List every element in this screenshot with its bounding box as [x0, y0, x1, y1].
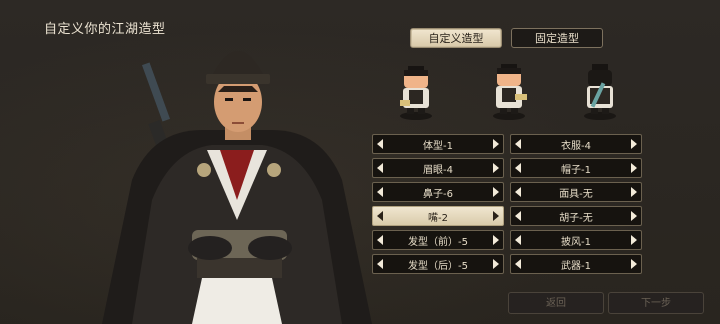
selector-label: 武器-1	[561, 260, 591, 272]
selector-label: 体型-1	[423, 140, 453, 152]
selector-body-type: 体型-1	[372, 134, 504, 154]
character-sprite-front-icon	[400, 66, 432, 120]
selector-label: 帽子-1	[561, 164, 591, 176]
selector-hair-front: 发型（前）-5	[372, 230, 504, 250]
character-sprite-side-icon	[493, 64, 527, 120]
selector-hat: 帽子-1	[510, 158, 642, 178]
selector-hair-back: 发型（后）-5	[372, 254, 504, 274]
arrow-right-icon[interactable]	[493, 163, 499, 173]
selector-nose: 鼻子-6	[372, 182, 504, 202]
back-button[interactable]: 返回	[508, 292, 604, 314]
tab-custom-style[interactable]: 自定义造型	[410, 28, 502, 48]
arrow-right-icon[interactable]	[493, 235, 499, 245]
arrow-right-icon[interactable]	[493, 211, 499, 221]
selector-label: 胡子-无	[559, 212, 593, 224]
selector-beard: 胡子-无	[510, 206, 642, 226]
selector-mouth: 嘴-2	[372, 206, 504, 226]
selector-weapon: 武器-1	[510, 254, 642, 274]
character-sprite-back-icon	[584, 64, 616, 120]
next-button[interactable]: 下一步	[608, 292, 704, 314]
arrow-right-icon[interactable]	[631, 235, 637, 245]
arrow-right-icon[interactable]	[631, 211, 637, 221]
arrow-right-icon[interactable]	[493, 187, 499, 197]
selector-label: 发型（后）-5	[408, 260, 468, 272]
selector-label: 嘴-2	[428, 212, 448, 224]
selector-mask: 面具-无	[510, 182, 642, 202]
arrow-right-icon[interactable]	[631, 187, 637, 197]
selector-cape: 披风-1	[510, 230, 642, 250]
character-portrait	[102, 51, 372, 324]
arrow-right-icon[interactable]	[493, 139, 499, 149]
arrow-right-icon[interactable]	[631, 259, 637, 269]
selector-label: 眉眼-4	[423, 164, 453, 176]
arrow-right-icon[interactable]	[493, 259, 499, 269]
selector-label: 衣服-4	[561, 140, 591, 152]
selector-label: 面具-无	[559, 188, 593, 200]
selector-label: 发型（前）-5	[408, 236, 468, 248]
selector-clothes: 衣服-4	[510, 134, 642, 154]
arrow-right-icon[interactable]	[631, 163, 637, 173]
tab-fixed-style[interactable]: 固定造型	[511, 28, 603, 48]
selector-label: 鼻子-6	[423, 188, 453, 200]
selector-eyebrows: 眉眼-4	[372, 158, 504, 178]
selector-label: 披风-1	[561, 236, 591, 248]
arrow-right-icon[interactable]	[631, 139, 637, 149]
